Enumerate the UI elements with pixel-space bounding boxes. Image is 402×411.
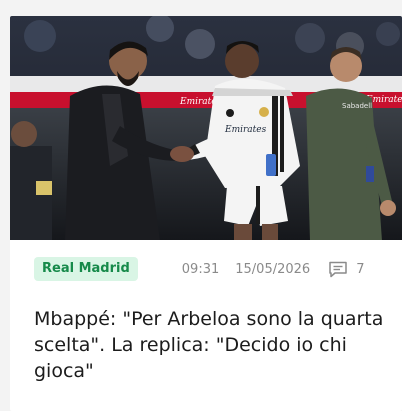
article-meta: Real Madrid 09:31 15/05/2026 7 (34, 257, 386, 281)
article-headline[interactable]: Mbappé: "Per Arbeloa sono la quarta scel… (34, 306, 384, 384)
staff-jacket-text: Sabadell (342, 102, 372, 110)
comment-bubble-icon (329, 261, 347, 277)
jersey-text: Emirates (224, 125, 267, 135)
news-card[interactable]: Emirates Emirates Emirates (10, 16, 402, 411)
article-photo: Emirates Emirates Emirates (10, 16, 402, 240)
publish-date: 15/05/2026 (235, 261, 311, 277)
comments-count: 7 (356, 261, 365, 277)
publish-time: 09:31 (181, 261, 220, 277)
comments-link[interactable]: 7 (328, 261, 364, 278)
article-image[interactable]: Emirates Emirates Emirates (10, 16, 402, 240)
category-tag[interactable]: Real Madrid (34, 257, 138, 281)
